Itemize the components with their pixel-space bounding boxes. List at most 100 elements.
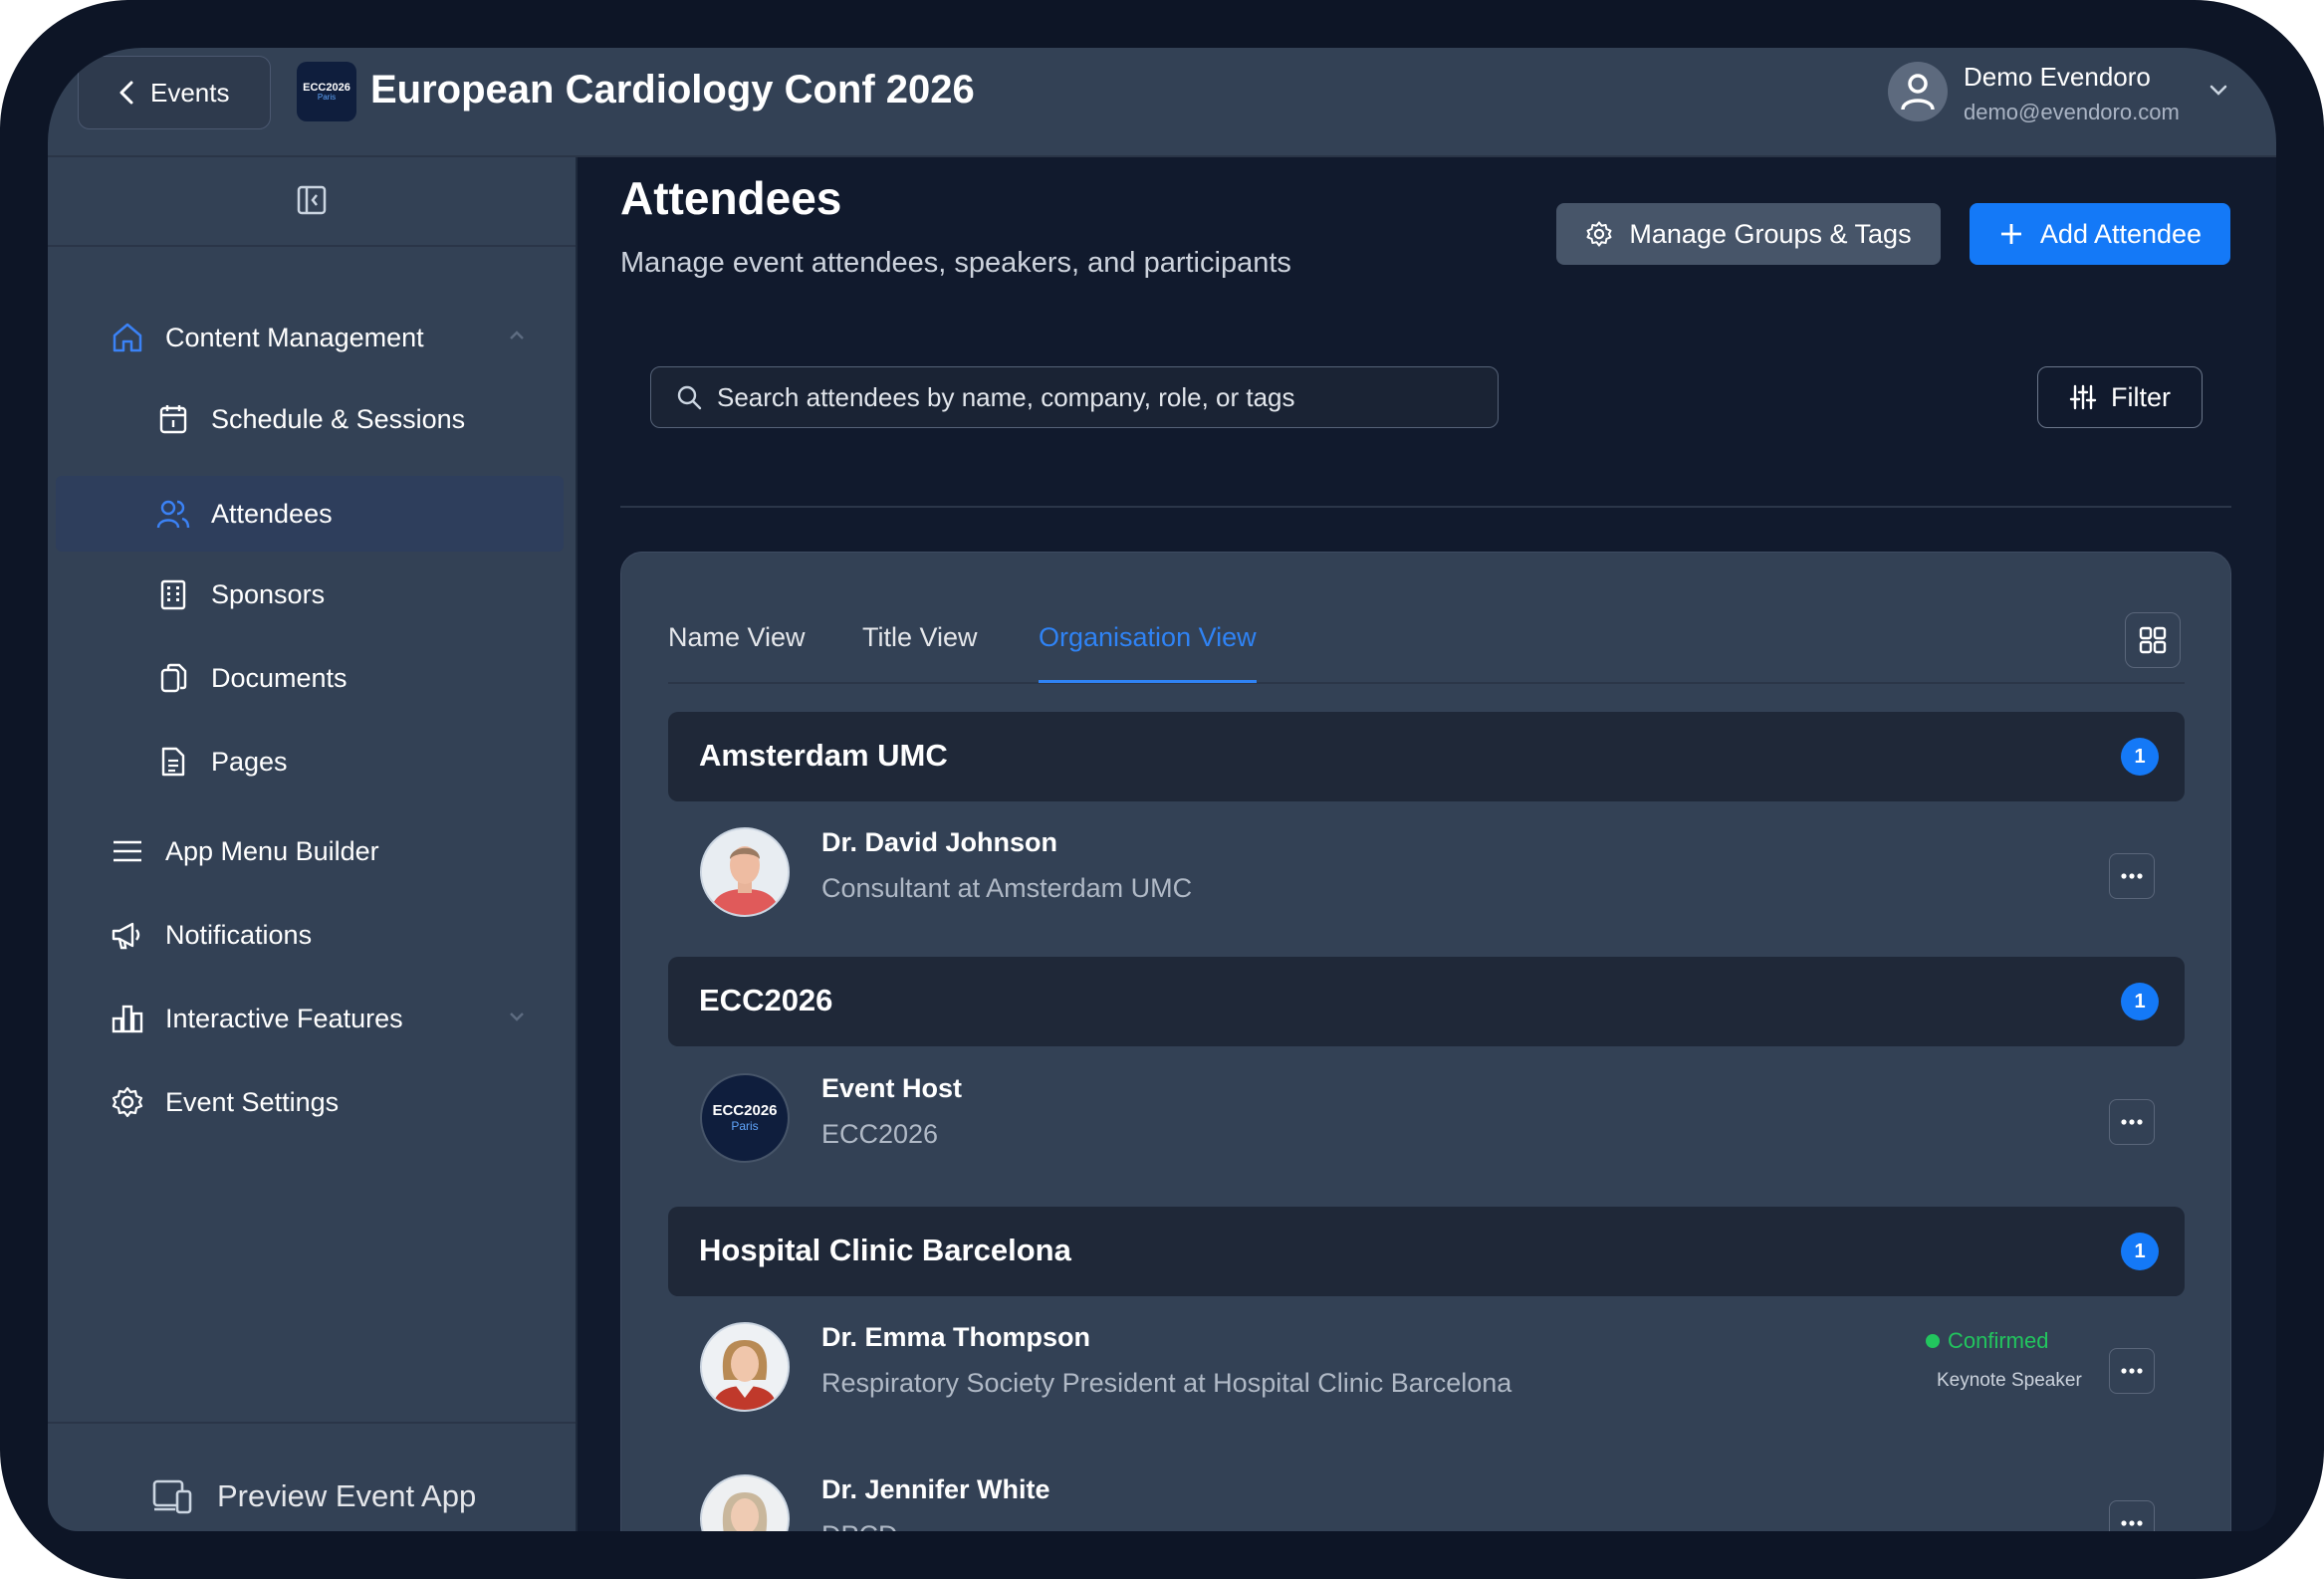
page-icon bbox=[155, 744, 191, 780]
sidebar-item-pages[interactable]: Pages bbox=[56, 725, 564, 798]
ellipsis-icon bbox=[2121, 873, 2143, 879]
ellipsis-icon bbox=[2121, 1119, 2143, 1125]
avatar bbox=[700, 827, 790, 917]
role-tag: Keynote Speaker bbox=[1937, 1370, 2082, 1391]
group-header[interactable]: ECC2026 1 bbox=[668, 957, 2185, 1046]
ellipsis-icon bbox=[2121, 1368, 2143, 1374]
attendee-title: DPCD bbox=[821, 1520, 898, 1531]
sidebar-item-label: App Menu Builder bbox=[165, 835, 379, 866]
preview-event-app-button[interactable]: Preview Event App bbox=[151, 1477, 476, 1515]
manage-groups-tags-button[interactable]: Manage Groups & Tags bbox=[1556, 203, 1941, 265]
attendee-row[interactable]: ECC2026 Paris Event Host ECC2026 bbox=[668, 1047, 2185, 1187]
attendee-title: ECC2026 bbox=[821, 1119, 939, 1149]
chevron-up-icon bbox=[510, 331, 524, 339]
status-badge: Confirmed bbox=[1926, 1328, 2048, 1354]
plus-icon bbox=[2000, 224, 2021, 244]
group-header[interactable]: Amsterdam UMC 1 bbox=[668, 712, 2185, 801]
gear-icon bbox=[110, 1084, 145, 1120]
attendees-panel: Name View Title View Organisation View A… bbox=[620, 552, 2231, 1531]
home-icon bbox=[110, 320, 145, 355]
sidebar-item-label: Pages bbox=[211, 746, 288, 777]
attendee-row[interactable]: Dr. Jennifer White DPCD bbox=[668, 1449, 2185, 1531]
sidebar-item-label: Content Management bbox=[165, 322, 424, 352]
more-options-button[interactable] bbox=[2109, 853, 2155, 899]
sidebar-item-content-management[interactable]: Content Management bbox=[56, 301, 564, 374]
group-count-badge: 1 bbox=[2121, 983, 2159, 1020]
sidebar-item-label: Documents bbox=[211, 662, 348, 693]
manage-groups-label: Manage Groups & Tags bbox=[1629, 218, 1912, 249]
calendar-icon bbox=[155, 401, 191, 437]
chevron-down-icon[interactable] bbox=[2207, 78, 2230, 102]
tab-organisation-view[interactable]: Organisation View bbox=[1039, 622, 1257, 683]
megaphone-icon bbox=[110, 917, 145, 953]
attendee-name: Dr. Jennifer White bbox=[821, 1474, 1050, 1504]
attendee-title: Consultant at Amsterdam UMC bbox=[821, 873, 1193, 903]
attendee-title: Respiratory Society President at Hospita… bbox=[821, 1368, 1512, 1398]
user-name: Demo Evendoro bbox=[1964, 62, 2151, 92]
chevron-down-icon bbox=[510, 1013, 524, 1021]
top-bar: Events ECC2026 Paris European Cardiology… bbox=[48, 48, 2276, 157]
search-icon bbox=[677, 385, 702, 410]
main-content: Attendees Manage event attendees, speake… bbox=[578, 157, 2276, 1531]
tab-name-view[interactable]: Name View bbox=[668, 622, 806, 680]
sidebar-item-label: Notifications bbox=[165, 919, 313, 950]
event-title: European Cardiology Conf 2026 bbox=[370, 68, 975, 112]
event-logo-subtext: Paris bbox=[317, 92, 337, 102]
attendee-row[interactable]: Dr. David Johnson Consultant at Amsterda… bbox=[668, 801, 2185, 941]
main-divider bbox=[620, 506, 2231, 508]
more-options-button[interactable] bbox=[2109, 1099, 2155, 1145]
user-icon bbox=[1901, 74, 1935, 111]
documents-icon bbox=[155, 660, 191, 696]
sidebar-item-label: Event Settings bbox=[165, 1086, 340, 1117]
sidebar-item-interactive-features[interactable]: Interactive Features bbox=[56, 982, 564, 1055]
group-name: Amsterdam UMC bbox=[699, 738, 948, 773]
add-attendee-button[interactable]: Add Attendee bbox=[1970, 203, 2230, 265]
group-header[interactable]: Hospital Clinic Barcelona 1 bbox=[668, 1207, 2185, 1296]
filter-label: Filter bbox=[2111, 381, 2171, 412]
sliders-icon bbox=[2069, 384, 2097, 410]
users-icon bbox=[155, 496, 191, 532]
page-title: Attendees bbox=[620, 172, 842, 224]
search-input[interactable] bbox=[715, 380, 1476, 414]
app-screen: Events ECC2026 Paris European Cardiology… bbox=[48, 48, 2276, 1531]
device-frame: Events ECC2026 Paris European Cardiology… bbox=[0, 0, 2324, 1579]
attendee-name: Dr. Emma Thompson bbox=[821, 1322, 1091, 1352]
sidebar-item-label: Sponsors bbox=[211, 578, 326, 609]
sidebar-item-notifications[interactable]: Notifications bbox=[56, 898, 564, 972]
status-text: Confirmed bbox=[1948, 1328, 2049, 1353]
sidebar-item-label: Attendees bbox=[211, 498, 333, 529]
sidebar-item-documents[interactable]: Documents bbox=[56, 641, 564, 715]
filter-button[interactable]: Filter bbox=[2037, 366, 2203, 428]
grid-icon bbox=[2139, 626, 2167, 654]
search-box[interactable] bbox=[650, 366, 1499, 428]
menu-icon bbox=[110, 833, 145, 869]
avatar bbox=[700, 1322, 790, 1412]
tab-title-view[interactable]: Title View bbox=[862, 622, 978, 680]
group-name: ECC2026 bbox=[699, 983, 833, 1017]
add-attendee-label: Add Attendee bbox=[2039, 218, 2203, 249]
back-to-events-button[interactable]: Events bbox=[78, 56, 271, 129]
group-count-badge: 1 bbox=[2121, 738, 2159, 776]
grid-view-button[interactable] bbox=[2125, 612, 2181, 668]
avatar bbox=[700, 1474, 790, 1531]
sidebar-collapse-icon[interactable] bbox=[295, 183, 329, 217]
sidebar-item-sponsors[interactable]: Sponsors bbox=[56, 558, 564, 631]
more-options-button[interactable] bbox=[2109, 1348, 2155, 1394]
attendee-row[interactable]: Dr. Emma Thompson Respiratory Society Pr… bbox=[668, 1296, 2185, 1436]
sidebar-item-schedule[interactable]: Schedule & Sessions bbox=[56, 382, 564, 456]
sidebar-item-attendees[interactable]: Attendees bbox=[56, 476, 564, 552]
host-logo-subtext: Paris bbox=[731, 1118, 759, 1133]
sidebar: Content Management Schedule & Sessions A… bbox=[48, 157, 579, 1531]
more-options-button[interactable] bbox=[2109, 1500, 2155, 1531]
sidebar-divider bbox=[48, 245, 576, 247]
event-logo-text: ECC2026 bbox=[303, 81, 350, 94]
sidebar-item-app-menu-builder[interactable]: App Menu Builder bbox=[56, 814, 564, 888]
sidebar-item-event-settings[interactable]: Event Settings bbox=[56, 1065, 564, 1139]
attendee-name: Dr. David Johnson bbox=[821, 827, 1058, 857]
user-avatar[interactable] bbox=[1888, 62, 1948, 121]
sidebar-item-label: Schedule & Sessions bbox=[211, 403, 466, 434]
ellipsis-icon bbox=[2121, 1520, 2143, 1526]
building-icon bbox=[155, 576, 191, 612]
bar-chart-icon bbox=[110, 1001, 145, 1036]
avatar: ECC2026 Paris bbox=[700, 1073, 790, 1163]
